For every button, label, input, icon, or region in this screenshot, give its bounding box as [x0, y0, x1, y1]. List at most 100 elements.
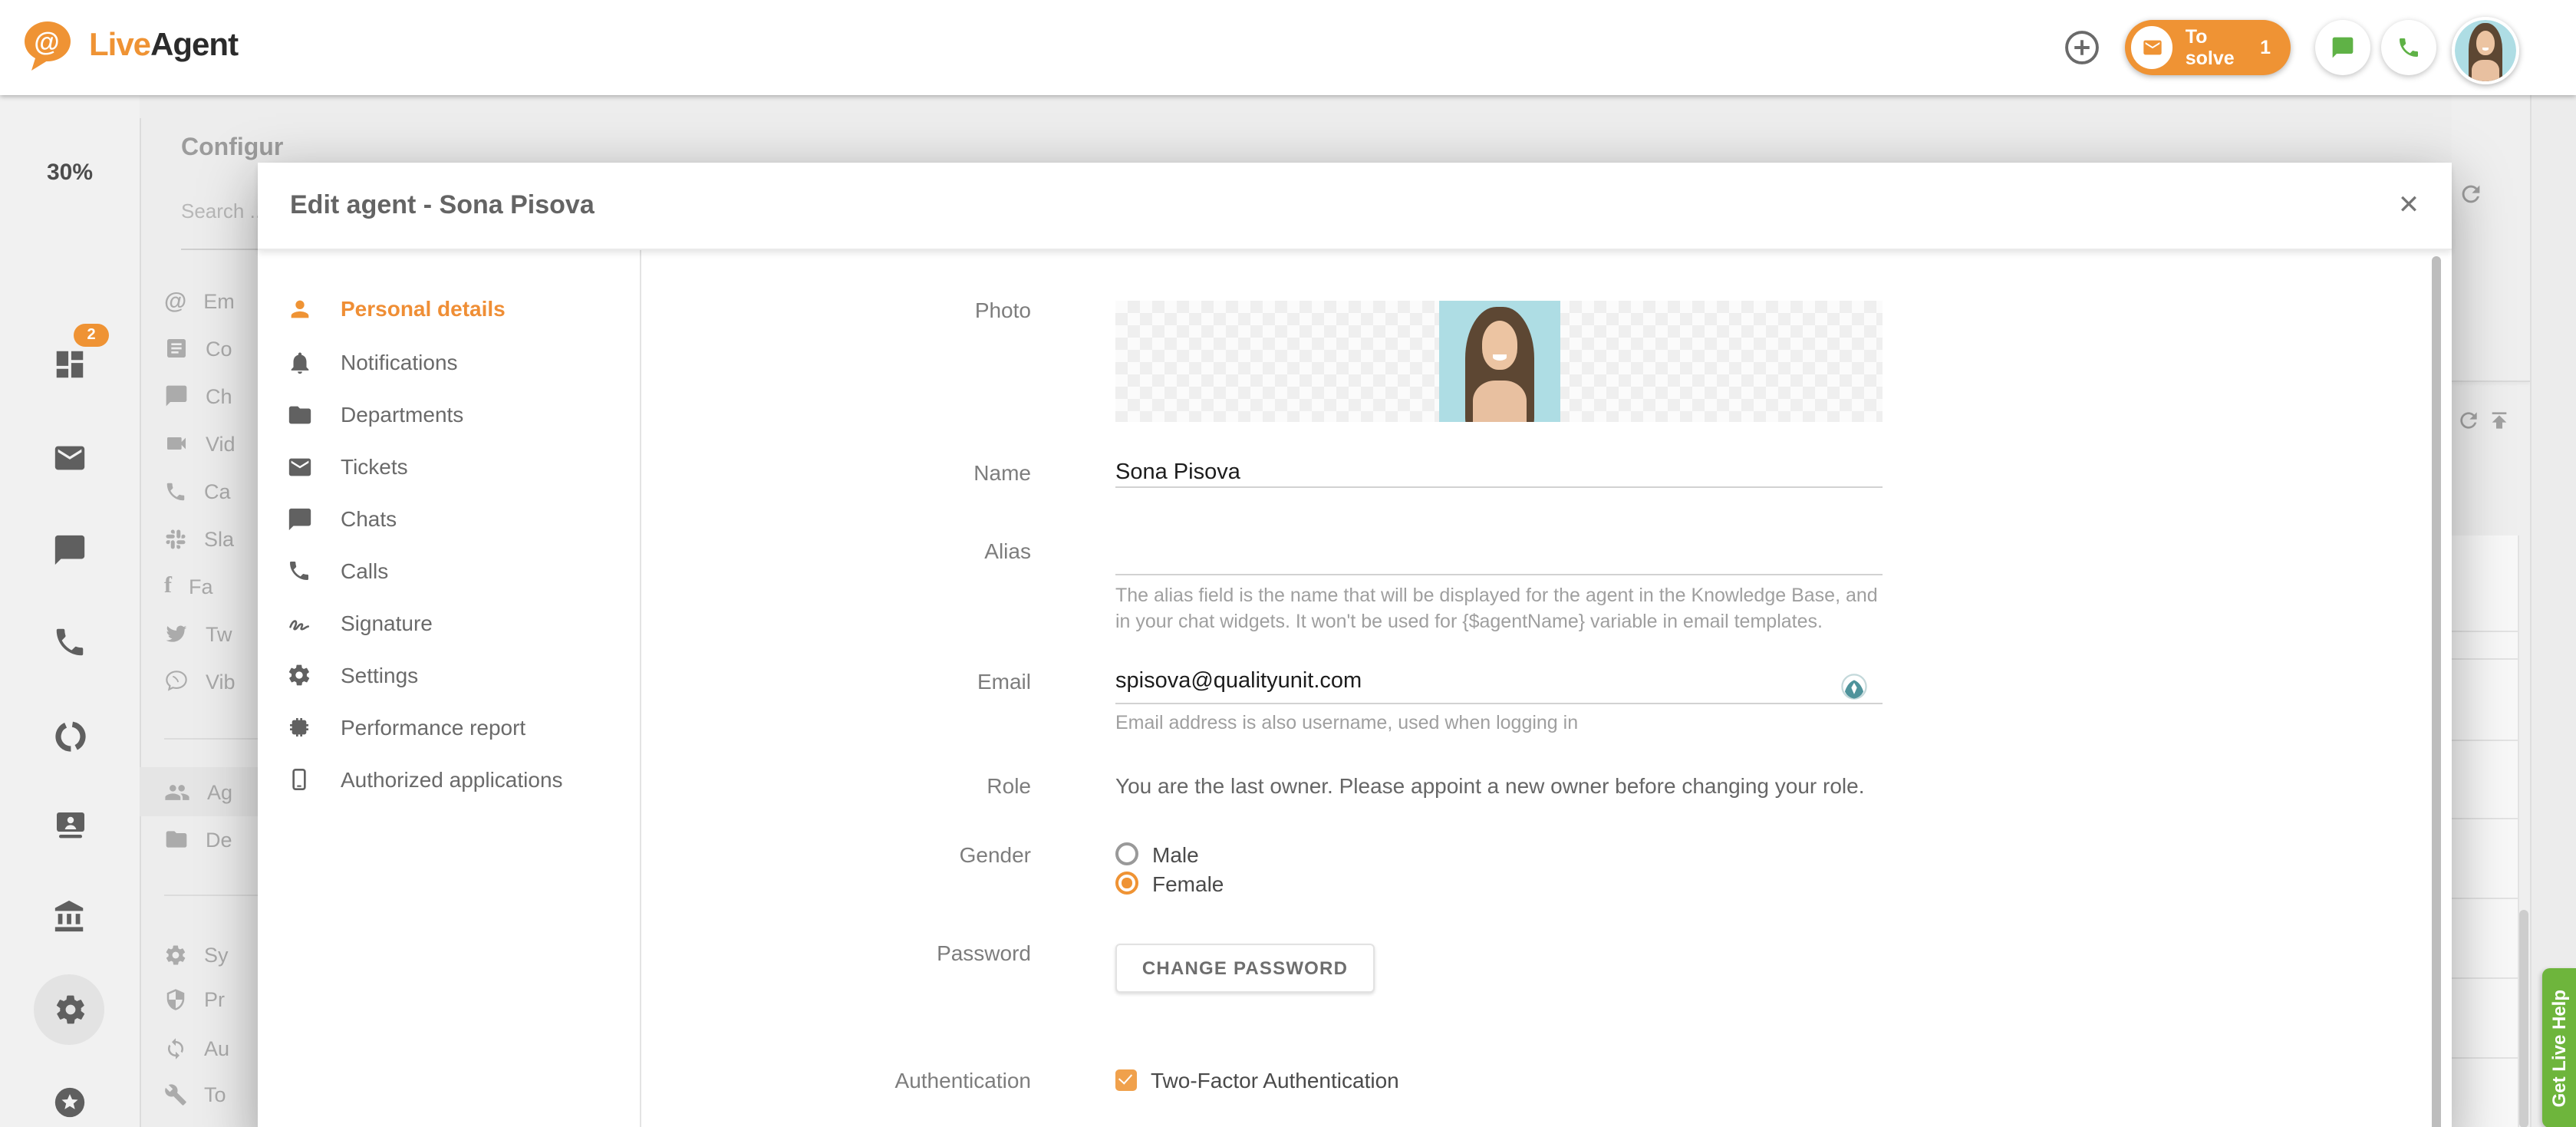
to-solve-button[interactable]: To solve 1	[2125, 20, 2291, 75]
gender-option-female[interactable]: Female	[1115, 868, 1224, 898]
email-help-text: Email address is also username, used whe…	[1115, 710, 1898, 737]
to-solve-envelope-badge	[2131, 26, 2173, 69]
tab-chats[interactable]: Chats	[258, 499, 626, 539]
people-icon	[164, 779, 190, 805]
facebook-icon: f	[164, 573, 172, 599]
phone-icon	[2396, 35, 2421, 60]
radio-checked-icon	[1115, 872, 1138, 895]
search-input[interactable]: Search ...	[181, 199, 266, 222]
chip-icon	[287, 715, 311, 740]
tab-notifications[interactable]: Notifications	[258, 342, 626, 382]
alias-input[interactable]	[1115, 535, 1883, 566]
to-solve-count: 1	[2260, 37, 2271, 58]
chats-button[interactable]	[2315, 20, 2370, 75]
refresh-button[interactable]	[2458, 181, 2484, 207]
email-underline	[1115, 703, 1883, 704]
tab-tickets[interactable]: Tickets	[258, 447, 626, 486]
envelope-icon	[287, 453, 313, 479]
page-title: Configur	[181, 135, 283, 163]
grid-refresh-button[interactable]	[2456, 408, 2481, 433]
plus-circle-icon	[2062, 28, 2102, 68]
photo-label: Photo	[786, 295, 1031, 325]
bell-icon	[287, 349, 313, 375]
shield-icon	[164, 987, 187, 1010]
at-icon: @	[164, 288, 186, 314]
envelope-icon	[2141, 37, 2163, 58]
email-input[interactable]: spisova@qualityunit.com	[1115, 666, 1883, 697]
checkbox-checked-icon	[1115, 1069, 1137, 1090]
chat-bubble-icon	[2331, 35, 2355, 60]
top-header: @ LiveAgent To solve 1	[0, 0, 2576, 95]
sidebar-item-contacts[interactable]	[0, 806, 140, 842]
phone-icon	[287, 559, 311, 583]
to-solve-label: To solve	[2186, 26, 2260, 69]
close-icon: ✕	[2398, 190, 2420, 221]
two-factor-checkbox-row[interactable]: Two-Factor Authentication	[1115, 1065, 1399, 1094]
tab-personal-details[interactable]: Personal details	[258, 288, 626, 328]
tickets-badge: 2	[74, 324, 109, 347]
edit-agent-modal: Edit agent - Sona Pisova ✕ Personal deta…	[258, 163, 2452, 1127]
usage-percent: 30%	[0, 160, 140, 186]
chat-bubble-icon	[164, 384, 189, 408]
close-button[interactable]: ✕	[2392, 189, 2426, 222]
calls-button[interactable]	[2381, 20, 2436, 75]
export-button[interactable]	[2487, 408, 2512, 433]
page-left-divider	[140, 118, 141, 1127]
chat-bubble-icon	[52, 532, 87, 568]
video-camera-icon	[164, 431, 189, 456]
usage-ring-icon	[51, 718, 88, 755]
modal-title: Edit agent - Sona Pisova	[290, 190, 595, 221]
gender-option-male[interactable]: Male	[1115, 839, 1199, 868]
user-avatar[interactable]	[2452, 17, 2519, 84]
refresh-icon	[2456, 408, 2481, 433]
tab-performance-report[interactable]: Performance report	[258, 707, 626, 747]
logo-bubble-icon: @	[21, 20, 77, 72]
sidebar-item-starred[interactable]	[0, 1085, 140, 1120]
tab-departments[interactable]: Departments	[258, 394, 626, 434]
sidebar-item-calls[interactable]	[0, 624, 140, 660]
name-label: Name	[786, 457, 1031, 488]
sidebar-item-dashboard[interactable]	[0, 347, 140, 382]
tab-authorized-applications[interactable]: Authorized applications	[258, 760, 626, 799]
sidebar-item-chats[interactable]	[0, 532, 140, 568]
liveagent-logo[interactable]: @ LiveAgent	[21, 20, 238, 72]
email-label: Email	[786, 666, 1031, 697]
bank-icon	[52, 899, 87, 934]
sync-icon	[164, 1036, 187, 1059]
folder-icon	[164, 827, 189, 852]
left-sidebar: 30% 2	[0, 95, 140, 1127]
photo-upload-area[interactable]	[1115, 301, 1883, 422]
authentication-label: Authentication	[786, 1065, 1031, 1096]
page-scrollbar-thumb[interactable]	[2519, 910, 2528, 1127]
alias-underline	[1115, 574, 1883, 575]
phone-icon	[164, 479, 187, 503]
gravatar-icon	[1841, 674, 1867, 700]
gender-label: Gender	[786, 839, 1031, 870]
alias-help-text: The alias field is the name that will be…	[1115, 583, 1898, 635]
tab-calls[interactable]: Calls	[258, 551, 626, 591]
contact-card-icon	[51, 806, 88, 842]
gear-icon	[287, 663, 311, 687]
sidebar-item-configuration[interactable]	[0, 993, 140, 1026]
person-icon	[287, 295, 313, 321]
sidebar-item-reports[interactable]	[0, 718, 140, 755]
sidebar-item-tickets[interactable]	[0, 440, 140, 476]
modal-scrollbar-thumb[interactable]	[2432, 256, 2441, 1127]
chat-bubble-icon	[287, 506, 313, 532]
viber-icon	[164, 669, 189, 694]
tab-signature[interactable]: Signature	[258, 603, 626, 643]
get-live-help-tab[interactable]: Get Live Help	[2542, 968, 2576, 1127]
dashboard-icon	[52, 347, 87, 382]
sidebar-item-billing[interactable]	[0, 899, 140, 934]
add-new-button[interactable]	[2062, 28, 2102, 68]
change-password-button[interactable]: CHANGE PASSWORD	[1115, 944, 1375, 993]
name-underline	[1115, 486, 1883, 488]
wrench-icon	[164, 1083, 187, 1106]
tab-settings[interactable]: Settings	[258, 655, 626, 695]
signature-icon	[287, 609, 315, 637]
radio-unchecked-icon	[1115, 842, 1138, 865]
gear-icon	[53, 993, 87, 1026]
star-circle-icon	[52, 1085, 87, 1120]
alias-label: Alias	[786, 535, 1031, 566]
name-input[interactable]: Sona Pisova	[1115, 457, 1883, 488]
